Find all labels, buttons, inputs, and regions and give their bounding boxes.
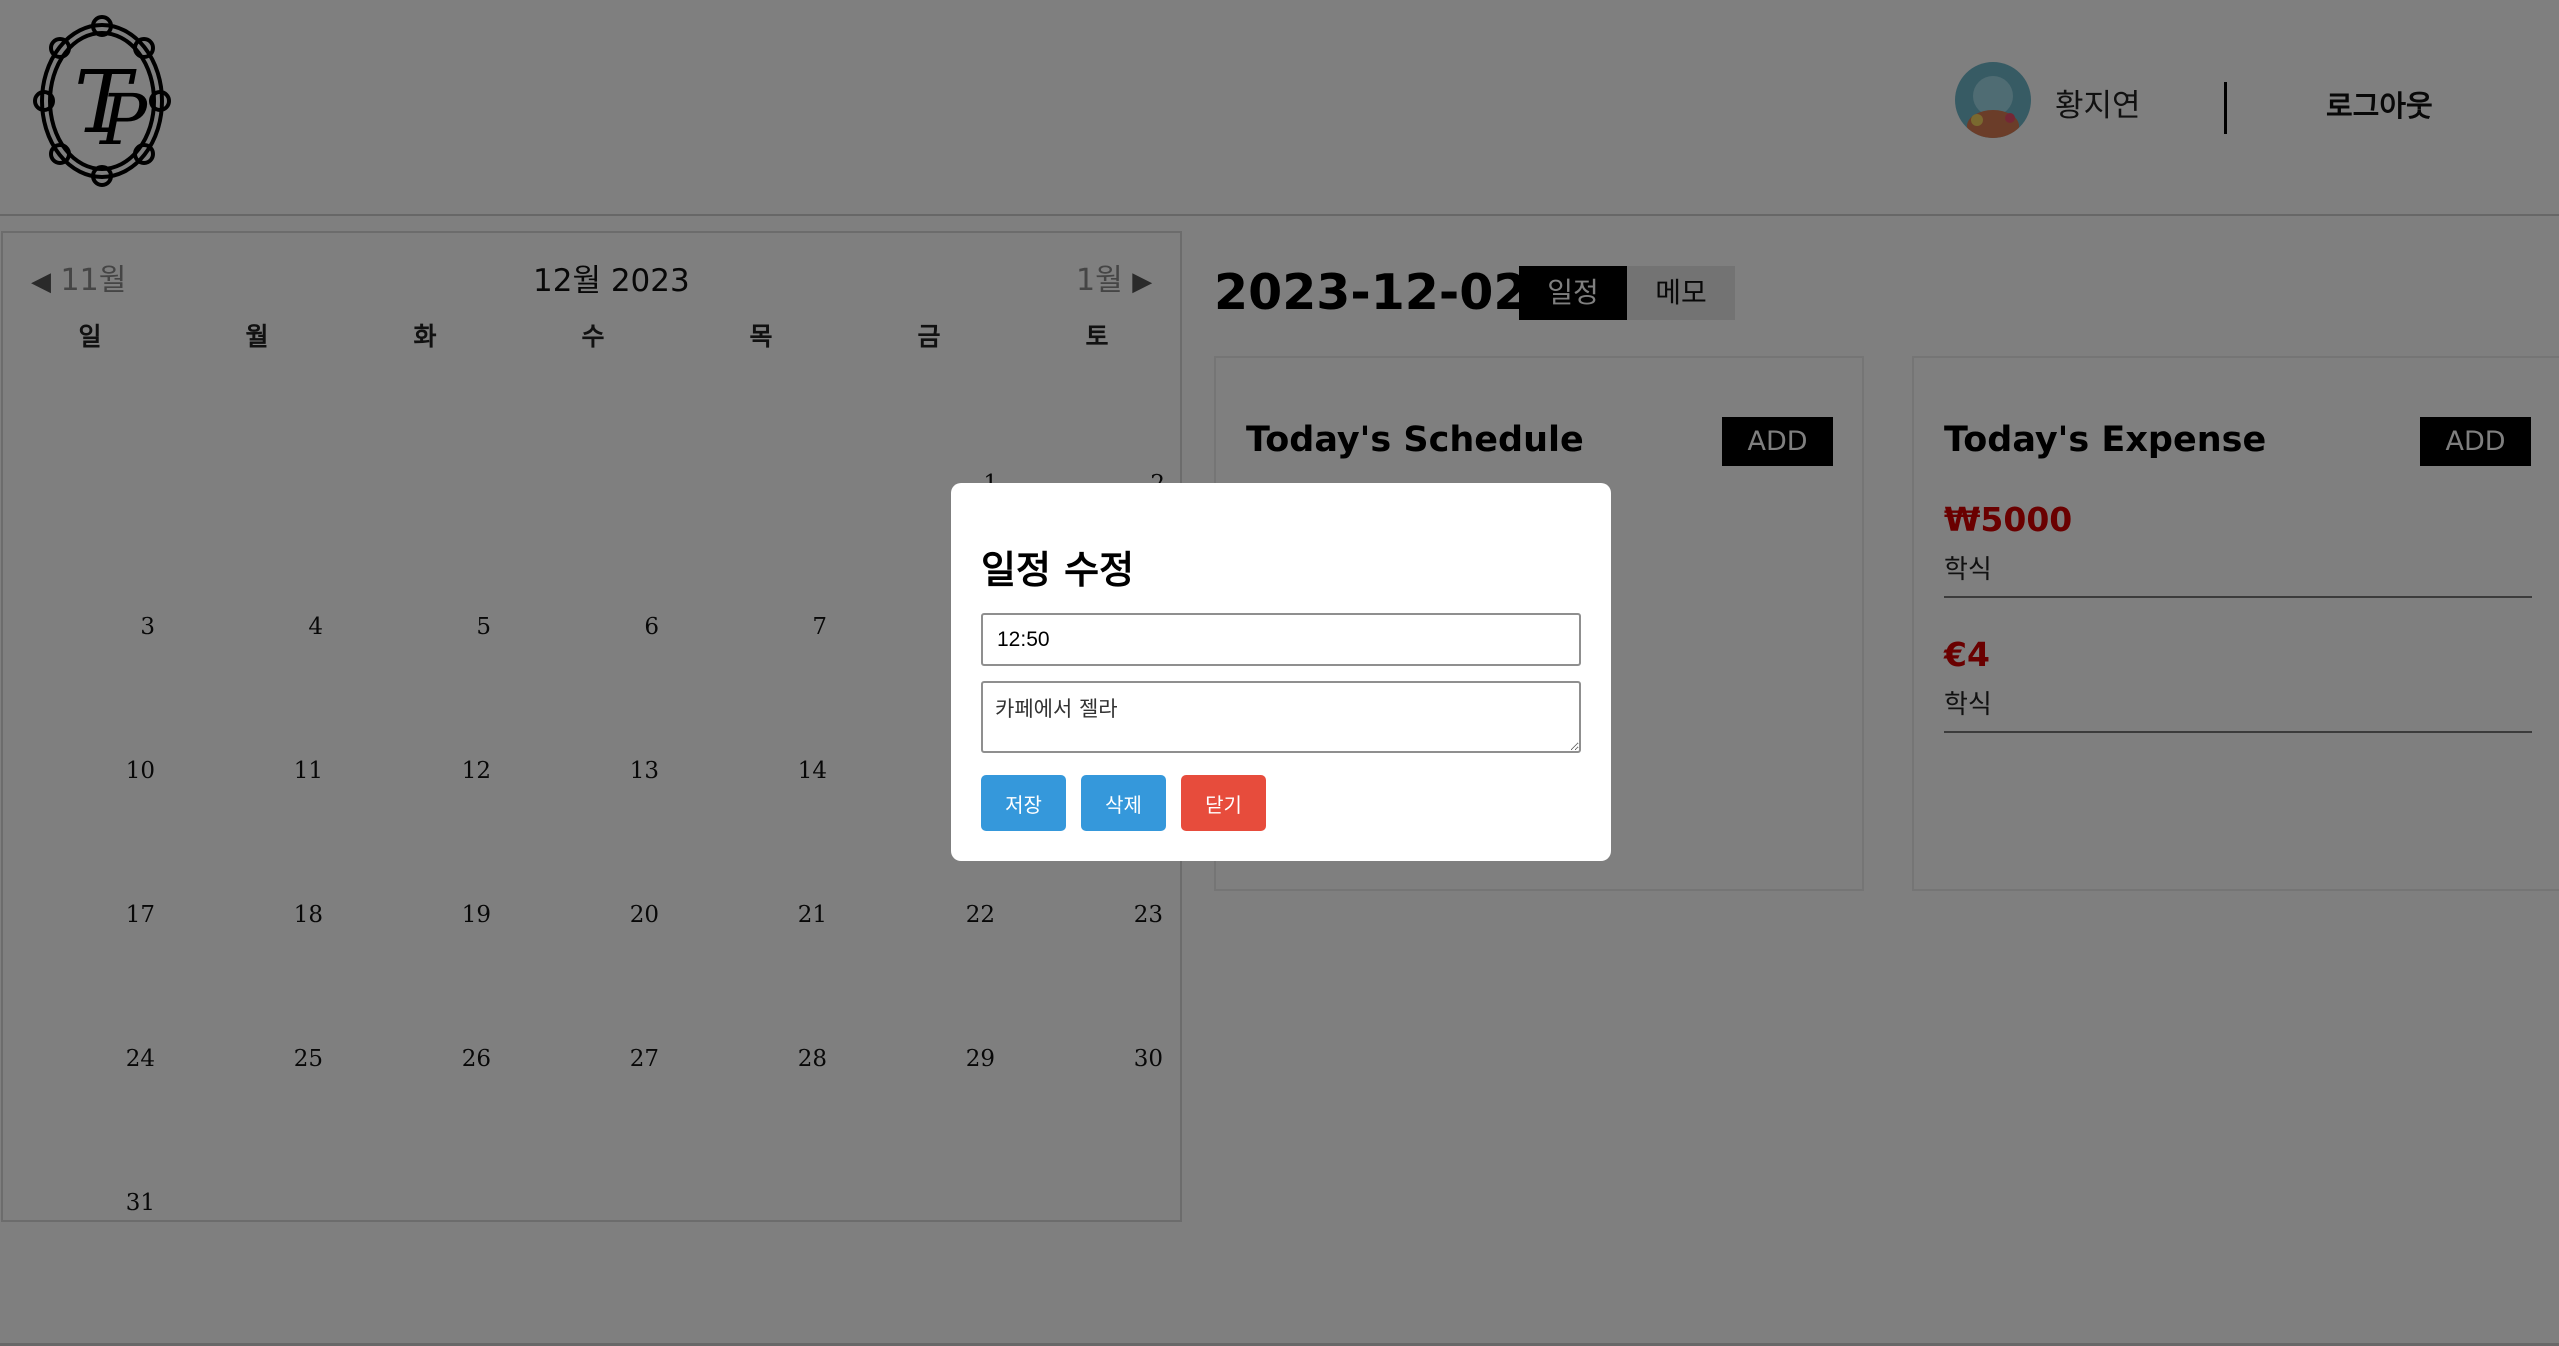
modal-title: 일정 수정 — [981, 548, 1135, 592]
close-button[interactable]: 닫기 — [1181, 775, 1266, 831]
save-button[interactable]: 저장 — [981, 775, 1066, 831]
time-input[interactable] — [981, 613, 1581, 666]
edit-schedule-modal: 일정 수정 카페에서 젤라 저장 삭제 닫기 — [951, 483, 1611, 861]
delete-button[interactable]: 삭제 — [1081, 775, 1166, 831]
memo-textarea[interactable]: 카페에서 젤라 — [981, 681, 1581, 753]
